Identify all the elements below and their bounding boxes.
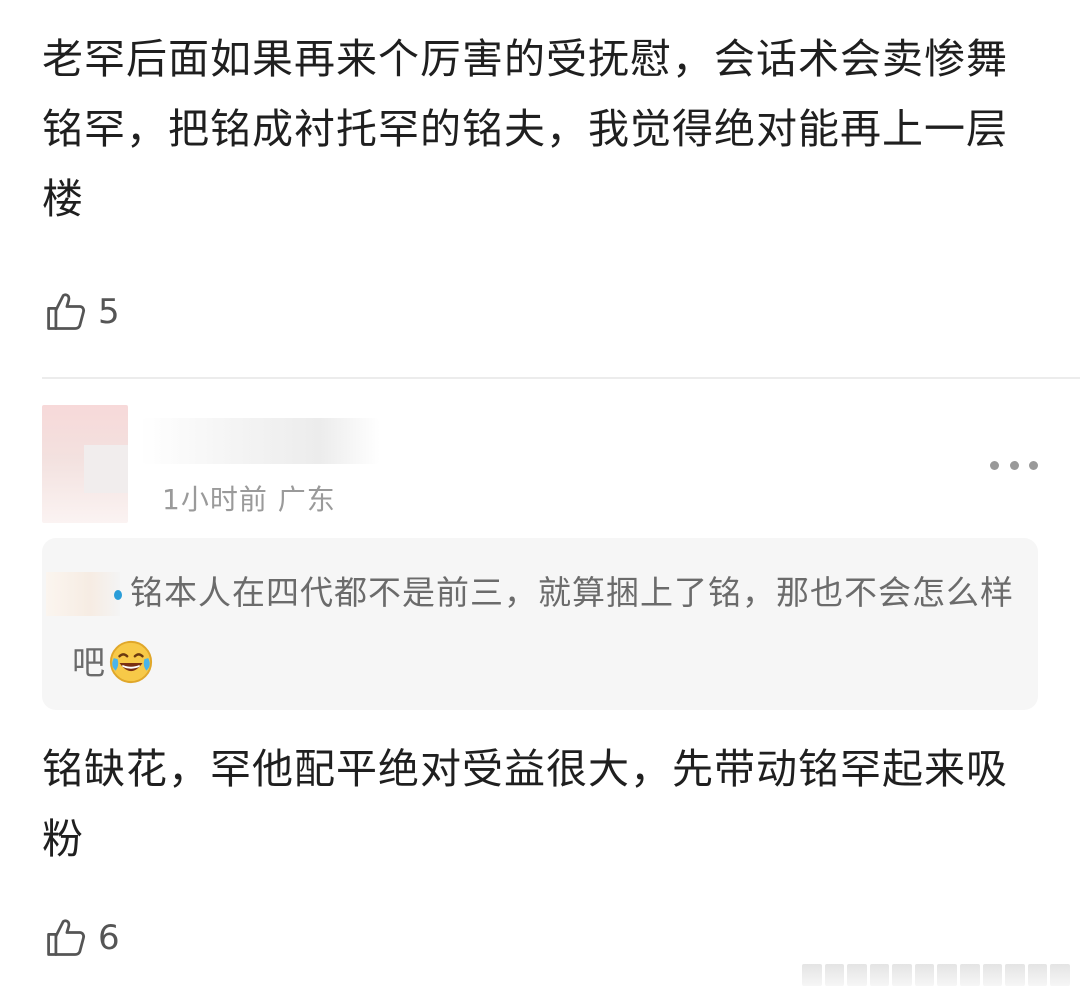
- thumbs-up-icon: [44, 290, 88, 334]
- like-button[interactable]: 5: [44, 288, 120, 336]
- quoted-text: 铭本人在四代都不是前三，就算捆上了铭，那也不会怎么样吧: [72, 573, 1014, 682]
- laughing-tears-emoji-icon: [108, 639, 154, 685]
- username-blurred[interactable]: [140, 418, 380, 464]
- comment-meta: 1小时前 广东: [162, 483, 336, 516]
- comment-text: 老罕后面如果再来个厉害的受抚慰，会话术会卖惨舞铭罕，把铭成衬托罕的铭夫，我觉得绝…: [42, 35, 1008, 223]
- comment-text: 铭缺花，罕他配平绝对受益很大，先带动铭罕起来吸粉: [42, 745, 1008, 863]
- quoted-comment-text: 铭本人在四代都不是前三，就算捆上了铭，那也不会怎么样吧: [72, 558, 1022, 698]
- comment-divider: [42, 377, 1080, 379]
- more-dots-icon[interactable]: [990, 448, 1038, 482]
- like-count: 5: [98, 292, 120, 332]
- thumbs-up-icon: [44, 916, 88, 960]
- like-button[interactable]: 6: [44, 914, 120, 962]
- like-count: 6: [98, 918, 120, 958]
- watermark: [802, 964, 1070, 986]
- avatar[interactable]: [42, 405, 128, 523]
- quoted-comment[interactable]: 铭本人在四代都不是前三，就算捆上了铭，那也不会怎么样吧: [42, 538, 1038, 710]
